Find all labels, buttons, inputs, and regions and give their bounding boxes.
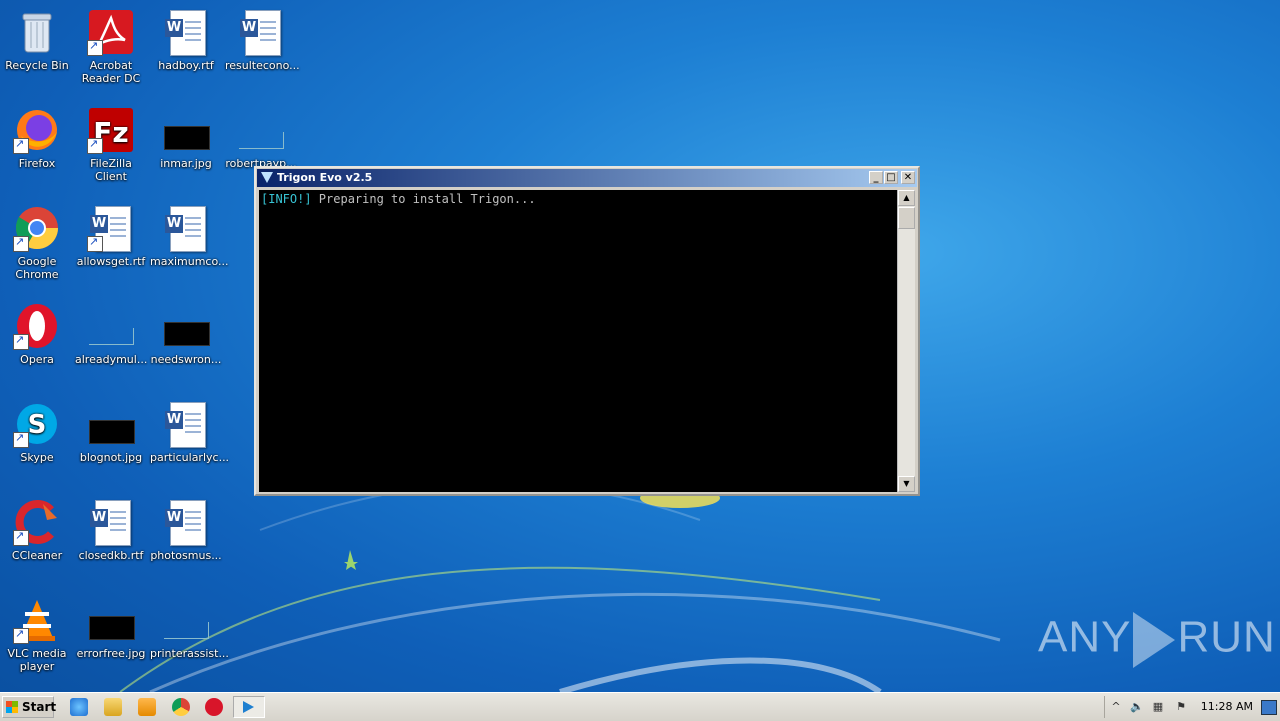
taskbar: Start ^ 🔈 ▦ ⚑ 11:28 AM (0, 692, 1280, 721)
chrome-taskbar-icon[interactable] (172, 698, 190, 716)
minimize-button[interactable]: _ (869, 171, 883, 184)
clock[interactable]: 11:28 AM (1201, 700, 1253, 713)
icon-label: blognot.jpg (79, 451, 143, 464)
ccleaner-icon[interactable]: CCleaner (0, 494, 74, 588)
icon-label: Google Chrome (15, 255, 59, 281)
image-file-icon[interactable]: blognot.jpg (74, 396, 148, 490)
file-icon[interactable]: alreadymul... (74, 298, 148, 392)
window-title: Trigon Evo v2.5 (277, 171, 373, 184)
app-icon (261, 172, 273, 183)
icon-label: inmar.jpg (160, 157, 212, 170)
trigon-app-icon (243, 701, 254, 713)
vlc-icon[interactable]: VLC media player (0, 592, 74, 686)
image-file-icon[interactable]: needswron... (149, 298, 223, 392)
trigon-taskbar-button[interactable] (233, 696, 265, 718)
icon-label: CCleaner (11, 549, 63, 562)
start-button[interactable]: Start (2, 696, 57, 718)
icon-label: Opera (20, 353, 54, 366)
close-button[interactable]: ✕ (901, 171, 915, 184)
file-explorer-icon[interactable] (104, 698, 122, 716)
action-center-flag-icon[interactable]: ⚑ (1175, 701, 1187, 713)
icon-label: errorfree.jpg (76, 647, 146, 660)
acrobat-reader-icon[interactable]: Acrobat Reader DC (74, 4, 148, 98)
watermark-right: RUN (1177, 612, 1276, 662)
system-tray: ^ 🔈 ▦ ⚑ 11:28 AM (1104, 696, 1280, 718)
icon-label: allowsget.rtf (76, 255, 146, 268)
file-icon[interactable]: printerassist... (149, 592, 229, 686)
icon-label: Acrobat Reader DC (81, 59, 141, 85)
google-chrome-icon[interactable]: Google Chrome (0, 200, 74, 294)
window-titlebar[interactable]: Trigon Evo v2.5 _ □ ✕ (257, 169, 917, 187)
recycle-bin-icon[interactable]: Recycle Bin (0, 4, 74, 98)
opera-icon[interactable]: Opera (0, 298, 74, 392)
opera-taskbar-icon[interactable] (205, 698, 223, 716)
icon-label: resultecono... (225, 59, 300, 72)
icon-label: closedkb.rtf (78, 549, 144, 562)
icon-label: Recycle Bin (5, 59, 69, 72)
icon-label: needswron... (150, 353, 222, 366)
start-label: Start (22, 700, 57, 714)
show-desktop-button[interactable] (1261, 700, 1277, 715)
icon-label: hadboy.rtf (158, 59, 214, 72)
word-document-icon[interactable]: W maximumco... (149, 200, 229, 294)
image-file-icon[interactable]: errorfree.jpg (74, 592, 148, 686)
info-tag: [INFO!] (261, 192, 312, 206)
icon-label: alreadymul... (75, 353, 148, 366)
firefox-icon[interactable]: Firefox (0, 102, 74, 196)
anyrun-watermark: ANY RUN (1038, 612, 1276, 668)
icon-label: VLC media player (7, 647, 67, 673)
media-player-icon[interactable] (138, 698, 156, 716)
volume-icon[interactable]: 🔈 (1130, 701, 1144, 713)
word-document-icon[interactable]: W photosmus... (149, 494, 223, 588)
filezilla-icon[interactable]: Fz FileZilla Client (74, 102, 148, 196)
svg-text:S: S (28, 410, 47, 440)
console-message: Preparing to install Trigon... (311, 192, 536, 206)
icon-label: photosmus... (150, 549, 222, 562)
icon-label: Firefox (18, 157, 56, 170)
icon-label: maximumco... (150, 255, 229, 268)
word-document-icon[interactable]: W closedkb.rtf (74, 494, 148, 588)
icon-label: particularlyc... (150, 451, 230, 464)
play-logo-icon (1133, 612, 1176, 668)
image-file-icon[interactable]: inmar.jpg (149, 102, 223, 196)
vertical-scrollbar[interactable]: ▲ ▼ (897, 190, 915, 492)
maximize-button[interactable]: □ (884, 171, 898, 184)
windows-logo-icon (6, 701, 18, 713)
console-output[interactable]: [INFO!] Preparing to install Trigon... (259, 190, 900, 492)
scroll-up-button[interactable]: ▲ (898, 190, 915, 206)
icon-label: FileZilla Client (90, 157, 132, 183)
icon-label: printerassist... (150, 647, 229, 660)
word-document-icon[interactable]: W resultecono... (224, 4, 300, 98)
trigon-console-window[interactable]: Trigon Evo v2.5 _ □ ✕ [INFO!] Preparing … (254, 166, 920, 496)
internet-explorer-icon[interactable] (70, 698, 88, 716)
network-icon[interactable]: ▦ (1152, 701, 1164, 713)
word-document-icon[interactable]: W allowsget.rtf (74, 200, 148, 294)
icon-label: Skype (20, 451, 54, 464)
watermark-left: ANY (1038, 612, 1132, 662)
scroll-thumb[interactable] (898, 207, 915, 229)
scroll-down-button[interactable]: ▼ (898, 476, 915, 492)
skype-icon[interactable]: S Skype (0, 396, 74, 490)
word-document-icon[interactable]: W hadboy.rtf (149, 4, 223, 98)
show-hidden-icons-icon[interactable]: ^ (1110, 701, 1122, 713)
word-document-icon[interactable]: W particularlyc... (149, 396, 230, 490)
